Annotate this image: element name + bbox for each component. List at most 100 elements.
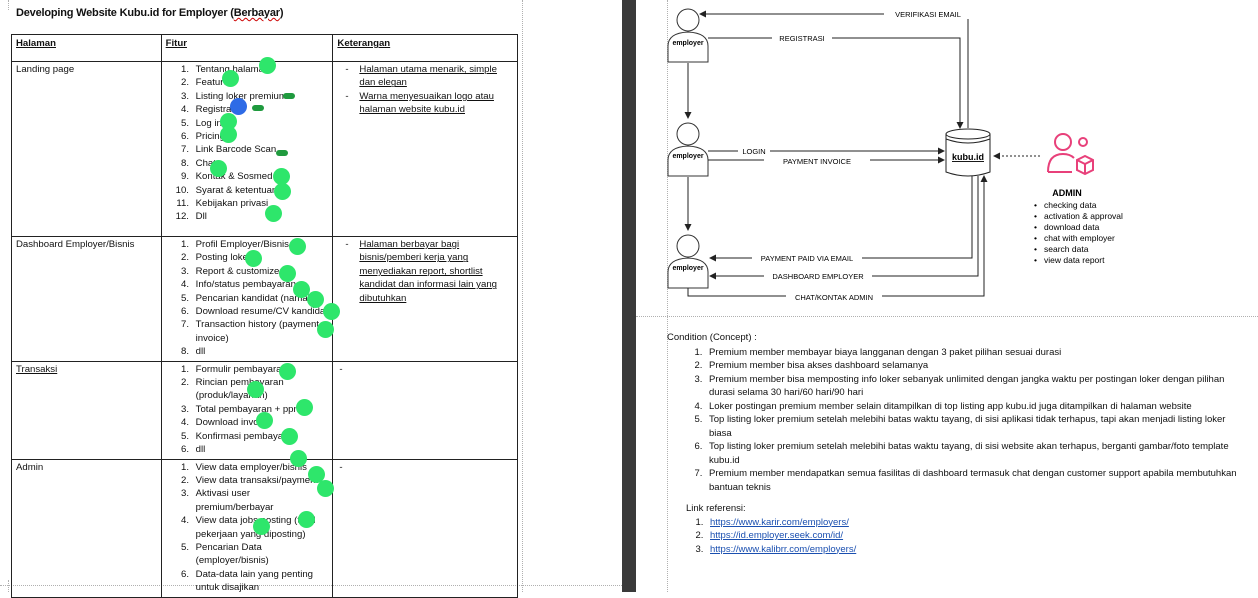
header-keterangan: Keterangan	[332, 34, 518, 62]
list-item: Download resume/CV kandidat	[192, 305, 329, 318]
admin-item: search data	[1044, 244, 1089, 254]
reference-links: Link referensi: https://www.karir.com/em…	[667, 502, 1242, 556]
list-item: Konfirmasi pembayaran	[192, 430, 329, 443]
employer-actor-middle: employer	[667, 122, 709, 177]
admin-item: view data report	[1044, 255, 1105, 265]
arrow-label-verifikasi: VERIFIKASI EMAIL	[895, 10, 961, 19]
feature-list-cell: Tentang halaman Features Listing loker p…	[160, 61, 334, 237]
list-item: dll	[192, 345, 329, 358]
database-kubu-id: kubu.id	[945, 128, 991, 177]
list-item: Premium member membayar biaya langganan …	[705, 346, 1242, 360]
list-item: Dll	[192, 210, 329, 223]
table-row: Dashboard Employer/Bisnis Profil Employe…	[11, 236, 518, 362]
list-item: Aktivasi user premium/berbayar	[192, 487, 329, 514]
admin-task-list: • checking data • activation & approval …	[1034, 200, 1123, 265]
arrow-label-payment-paid: PAYMENT PAID VIA EMAIL	[761, 254, 853, 263]
links-list: https://www.karir.com/employers/ https:/…	[686, 516, 1242, 557]
employer-actor-bottom: employer	[667, 234, 709, 289]
condition-section: Condition (Concept) : Premium member mem…	[667, 331, 1242, 556]
annotation-dot	[245, 250, 262, 267]
page-name: Landing page	[11, 61, 162, 237]
list-item: https://id.employer.seek.com/id/	[706, 529, 1242, 543]
annotation-mark	[252, 105, 264, 111]
arrow-label-registrasi: REGISTRASI	[779, 34, 824, 43]
list-item: Premium member bisa memposting info loke…	[705, 373, 1242, 400]
bullet: •	[1034, 211, 1037, 221]
note-item: Halaman berbayar bagi bisnis/pemberi ker…	[345, 238, 513, 305]
table-row: Transaksi Formulir pembayaran Rincian pe…	[11, 360, 518, 460]
admin-title: ADMIN	[1052, 188, 1082, 198]
arrow-label-login: LOGIN	[742, 147, 765, 156]
list-item: Syarat & ketentuan	[192, 184, 329, 197]
header-halaman: Halaman	[11, 34, 162, 62]
annotation-dot	[323, 303, 340, 320]
reference-link[interactable]: https://id.employer.seek.com/id/	[710, 530, 843, 541]
list-item: Profil Employer/Bisnis	[192, 238, 329, 251]
admin-users-icon	[1047, 133, 1094, 176]
annotation-mark	[276, 150, 288, 156]
reference-link[interactable]: https://www.karir.com/employers/	[710, 517, 849, 528]
list-item: Kebijakan privasi	[192, 197, 329, 210]
annotation-dot	[317, 480, 334, 497]
arrow-label-dashboard: DASHBOARD EMPLOYER	[772, 272, 864, 281]
list-item: Transaction history (payment, invoice)	[192, 318, 329, 345]
list-item: Pricing	[192, 130, 329, 143]
notes-list: Halaman utama menarik, simple dan elegan…	[337, 63, 513, 117]
annotation-dot	[259, 57, 276, 74]
list-item: Data-data lain yang penting untuk disaji…	[192, 568, 329, 595]
list-item: Loker postingan premium member selain di…	[705, 400, 1242, 414]
notes-cell: Halaman utama menarik, simple dan elegan…	[332, 61, 518, 237]
actor-label: employer	[672, 153, 703, 160]
annotation-dot	[274, 183, 291, 200]
annotation-dot	[290, 450, 307, 467]
annotation-dot	[247, 381, 264, 398]
list-item: Report & customize	[192, 265, 329, 278]
database-label: kubu.id	[952, 152, 984, 162]
list-item: Features	[192, 76, 329, 89]
employer-actor-top: employer	[667, 8, 709, 63]
bullet: •	[1034, 222, 1037, 232]
list-item: Premium member mendapatkan semua fasilit…	[705, 467, 1242, 494]
list-item: https://www.kalibrr.com/employers/	[706, 543, 1242, 557]
reference-link[interactable]: https://www.kalibrr.com/employers/	[710, 544, 856, 555]
header-fitur: Fitur	[160, 34, 334, 62]
annotation-mark	[283, 93, 295, 99]
admin-item: download data	[1044, 222, 1100, 232]
annotation-dot	[279, 363, 296, 380]
annotation-dot	[296, 399, 313, 416]
notes-list: Halaman berbayar bagi bisnis/pemberi ker…	[337, 238, 513, 305]
links-heading: Link referensi:	[686, 503, 746, 514]
annotation-dot	[317, 321, 334, 338]
list-item: Top listing loker premium setelah melebi…	[705, 413, 1242, 440]
page-gutter	[622, 0, 636, 592]
notes-cell: -	[332, 360, 518, 460]
list-item: https://www.karir.com/employers/	[706, 516, 1242, 530]
annotation-dot	[253, 518, 270, 535]
annotation-dot	[279, 265, 296, 282]
annotation-dot	[281, 428, 298, 445]
feature-list-cell: View data employer/bisnis View data tran…	[160, 458, 334, 598]
list-item: Premium member bisa akses dashboard sela…	[705, 359, 1242, 373]
arrow-label-chat: CHAT/KONTAK ADMIN	[795, 293, 873, 302]
condition-heading: Condition (Concept) :	[667, 332, 757, 343]
annotation-dot	[289, 238, 306, 255]
bullet: •	[1034, 244, 1037, 254]
page-name: Transaksi	[11, 360, 162, 460]
bullet: •	[1034, 255, 1037, 265]
list-item: Link Barcode Scan	[192, 143, 329, 156]
bullet: •	[1034, 200, 1037, 210]
admin-item: checking data	[1044, 200, 1097, 210]
annotation-dot	[265, 205, 282, 222]
list-item: Top listing loker premium setelah melebi…	[705, 440, 1242, 467]
page-name: Admin	[11, 458, 162, 598]
list-item: Listing loker premium	[192, 90, 329, 103]
list-item: dll	[192, 443, 329, 456]
feature-table: Halaman Fitur Keterangan Landing page Te…	[11, 34, 518, 598]
flow-diagram: employer employer employer kubu.id VERIF…	[667, 8, 1123, 302]
list-item: Formulir pembayaran	[192, 363, 329, 376]
list-item: Pencarian Data (employer/bisnis)	[192, 541, 329, 568]
note-item: Warna menyesuaikan logo atau halaman web…	[345, 90, 513, 117]
annotation-dot	[256, 412, 273, 429]
annotation-dot	[230, 98, 247, 115]
annotation-dot	[220, 126, 237, 143]
